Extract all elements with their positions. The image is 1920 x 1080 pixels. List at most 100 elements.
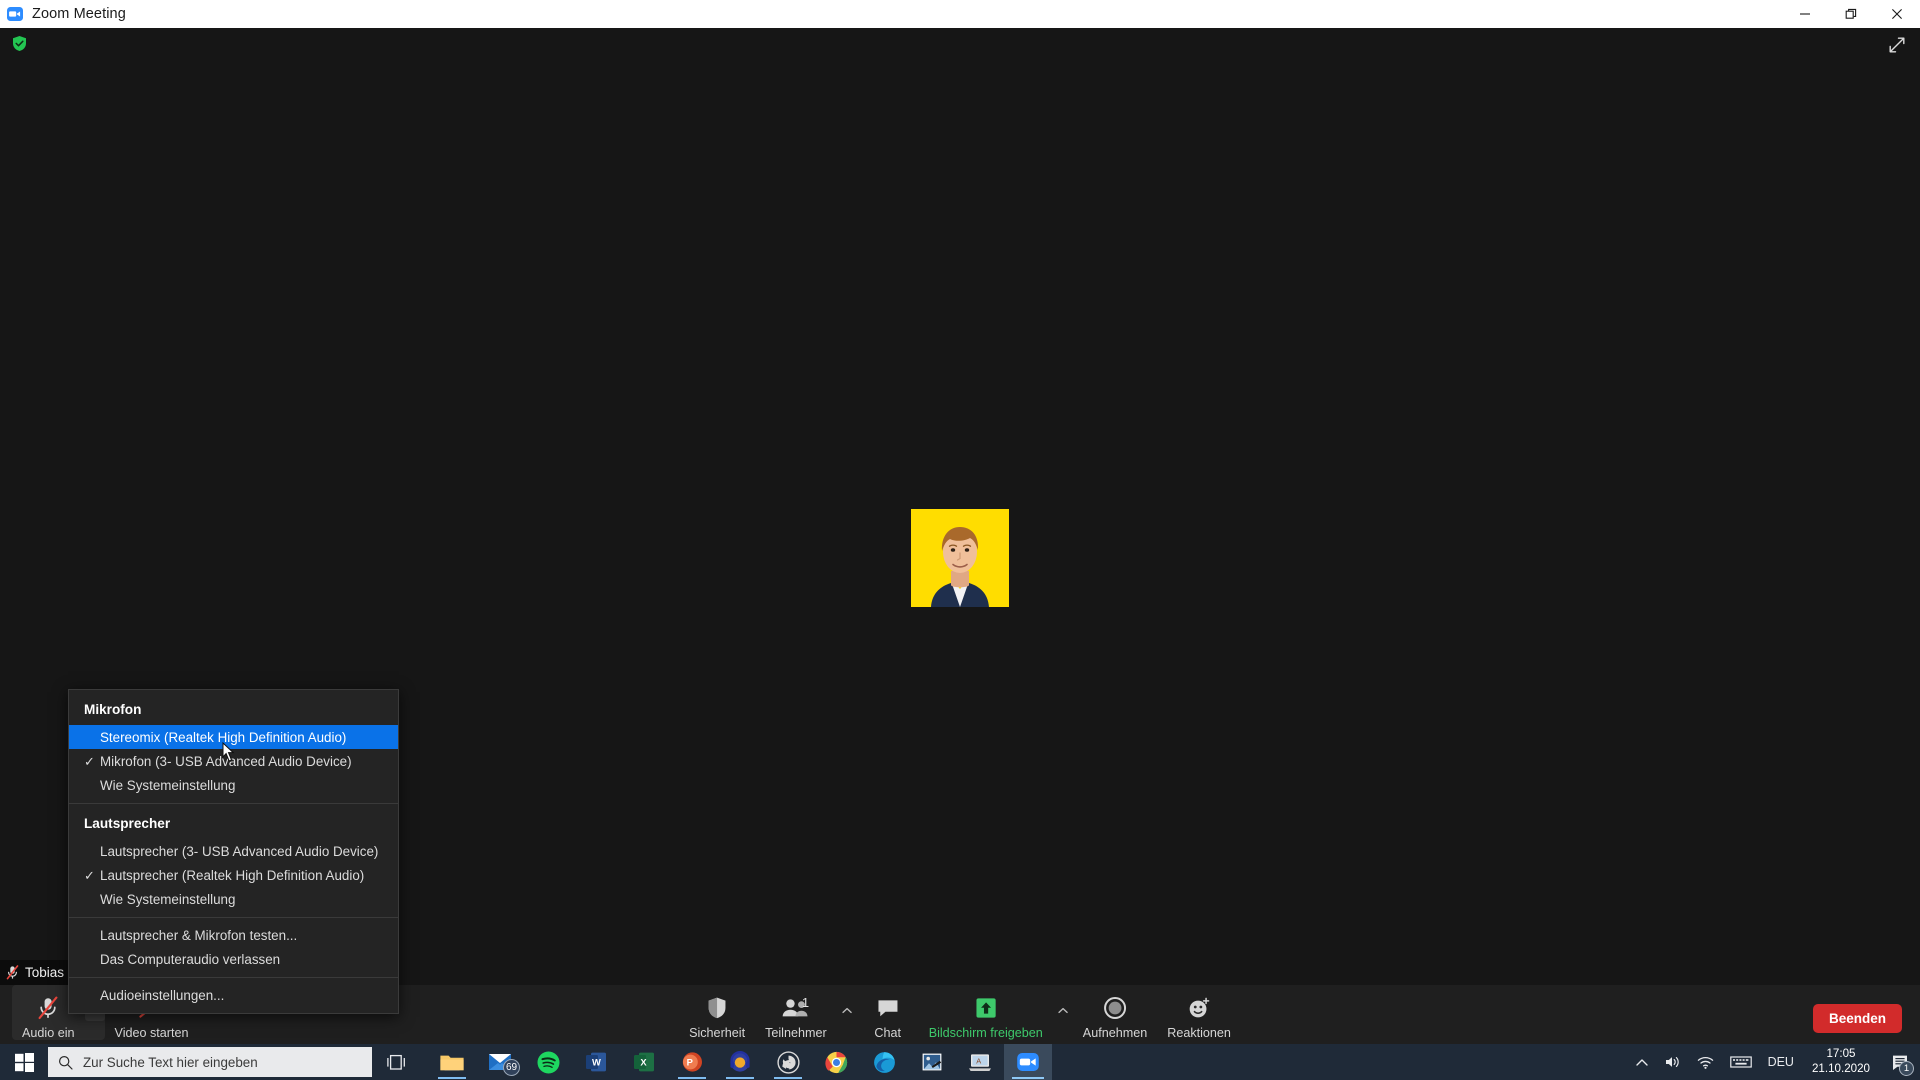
toolbar-right-group: Beenden xyxy=(1812,985,1902,1052)
toolbar-participants-label: Teilnehmer xyxy=(765,1026,827,1040)
toolbar-share-screen-button[interactable]: Bildschirm freigeben xyxy=(919,985,1053,1040)
microphone-section: Mikrofon Stereomix (Realtek High Definit… xyxy=(69,690,398,803)
tray-keyboard-icon[interactable] xyxy=(1722,1044,1760,1080)
tray-language-indicator[interactable]: DEU xyxy=(1760,1044,1802,1080)
menu-item-label: Lautsprecher (Realtek High Definition Au… xyxy=(100,867,365,883)
taskbar-app-obs-studio[interactable] xyxy=(764,1044,812,1080)
speaker-section-header: Lautsprecher xyxy=(84,816,171,831)
svg-text:X: X xyxy=(640,1056,647,1067)
checkmark-icon: ✓ xyxy=(84,753,95,769)
taskbar-clock[interactable]: 17:05 21.10.2020 xyxy=(1802,1044,1880,1080)
speaker-section: Lautsprecher Lautsprecher (3- USB Advanc… xyxy=(69,804,398,917)
taskbar-app-word[interactable]: W xyxy=(572,1044,620,1080)
windows-taskbar: Zur Suche Text hier eingeben 69 W X P A … xyxy=(0,1044,1920,1080)
tray-volume-icon[interactable] xyxy=(1656,1044,1689,1080)
windows-start-icon[interactable] xyxy=(0,1044,48,1080)
taskbar-app-edge[interactable] xyxy=(860,1044,908,1080)
share-screen-options-caret-icon[interactable] xyxy=(1053,997,1073,1023)
menu-item-label: Lautsprecher & Mikrofon testen... xyxy=(100,927,298,943)
microphone-muted-icon xyxy=(6,965,19,980)
participants-count-badge: 1 xyxy=(801,995,810,1010)
end-meeting-button[interactable]: Beenden xyxy=(1812,1004,1902,1033)
svg-text:P: P xyxy=(687,1056,693,1067)
taskbar-app-photo-editor[interactable] xyxy=(908,1044,956,1080)
taskbar-app-mail[interactable]: 69 xyxy=(476,1044,524,1080)
taskbar-search-placeholder: Zur Suche Text hier eingeben xyxy=(83,1054,258,1070)
taskbar-app-file-explorer[interactable] xyxy=(428,1044,476,1080)
toolbar-reactions-label: Reaktionen xyxy=(1167,1026,1231,1040)
participant-avatar xyxy=(911,509,1009,607)
menu-item-audio-settings[interactable]: Audioeinstellungen... xyxy=(69,983,398,1007)
menu-item-leave-computer-audio[interactable]: Das Computeraudio verlassen xyxy=(69,947,398,971)
taskbar-app-chrome[interactable] xyxy=(812,1044,860,1080)
menu-item-label: Mikrofon (3- USB Advanced Audio Device) xyxy=(100,753,352,769)
menu-item-label: Audioeinstellungen... xyxy=(100,987,225,1003)
share-screen-control-group: Bildschirm freigeben xyxy=(919,985,1073,1040)
menu-item-speaker-usb[interactable]: Lautsprecher (3- USB Advanced Audio Devi… xyxy=(69,839,398,863)
toolbar-reactions-button[interactable]: Reaktionen xyxy=(1157,985,1241,1040)
taskbar-app-zoom[interactable] xyxy=(1004,1044,1052,1080)
record-circle-icon xyxy=(1103,995,1127,1021)
tray-wifi-icon[interactable] xyxy=(1689,1044,1722,1080)
menu-item-label: Lautsprecher (3- USB Advanced Audio Devi… xyxy=(100,843,379,859)
meeting-stage: Tobias B Mikrofon Stereomix (Realtek Hig… xyxy=(0,28,1920,1052)
taskbar-app-list: 69 W X P A xyxy=(428,1044,1052,1080)
taskbar-app-remote-desktop[interactable]: A xyxy=(956,1044,1004,1080)
audio-settings-section: Audioeinstellungen... xyxy=(69,978,398,1013)
video-area: Tobias B Mikrofon Stereomix (Realtek Hig… xyxy=(0,28,1920,1014)
reactions-smiley-icon xyxy=(1187,995,1211,1021)
minimize-button[interactable] xyxy=(1782,0,1828,28)
svg-text:W: W xyxy=(592,1056,601,1067)
toolbar-chat-label: Chat xyxy=(874,1026,901,1040)
taskbar-search-input[interactable]: Zur Suche Text hier eingeben xyxy=(48,1047,372,1077)
menu-item-microphone-stereomix[interactable]: Stereomix (Realtek High Definition Audio… xyxy=(69,725,398,749)
tray-overflow-chevron-icon[interactable] xyxy=(1628,1044,1656,1080)
window-title: Zoom Meeting xyxy=(32,6,126,22)
toolbar-video-label: Video starten xyxy=(114,1026,189,1040)
restore-button[interactable] xyxy=(1828,0,1874,28)
clock-date: 21.10.2020 xyxy=(1811,1062,1870,1075)
menu-item-label: Wie Systemeinstellung xyxy=(100,891,236,907)
menu-item-label: Wie Systemeinstellung xyxy=(100,777,236,793)
audio-device-menu[interactable]: Mikrofon Stereomix (Realtek High Definit… xyxy=(68,689,399,1014)
system-tray: DEU 17:05 21.10.2020 1 xyxy=(1628,1044,1920,1080)
menu-item-speaker-realtek[interactable]: ✓ Lautsprecher (Realtek High Definition … xyxy=(69,863,398,887)
svg-text:A: A xyxy=(976,1056,981,1065)
window-title-bar: Zoom Meeting xyxy=(0,0,1920,28)
search-icon xyxy=(58,1055,73,1070)
clock-time: 17:05 xyxy=(1826,1047,1856,1061)
menu-item-microphone-system-default[interactable]: Wie Systemeinstellung xyxy=(69,773,398,797)
task-view-icon[interactable] xyxy=(372,1044,420,1080)
taskbar-app-spotify[interactable] xyxy=(524,1044,572,1080)
toolbar-record-label: Aufnehmen xyxy=(1082,1026,1148,1040)
audio-actions-section: Lautsprecher & Mikrofon testen... Das Co… xyxy=(69,918,398,977)
toolbar-security-label: Sicherheit xyxy=(689,1026,746,1040)
menu-item-microphone-usb[interactable]: ✓ Mikrofon (3- USB Advanced Audio Device… xyxy=(69,749,398,773)
toolbar-security-button[interactable]: Sicherheit xyxy=(679,985,755,1040)
shield-icon xyxy=(706,995,728,1021)
toolbar-chat-button[interactable]: Chat xyxy=(857,985,919,1040)
menu-item-label: Stereomix (Realtek High Definition Audio… xyxy=(100,729,347,745)
microphone-muted-icon xyxy=(37,995,59,1021)
toolbar-share-screen-label: Bildschirm freigeben xyxy=(928,1026,1043,1040)
toolbar-participants-button[interactable]: Teilnehmer 1 xyxy=(755,985,837,1040)
mail-unread-badge: 69 xyxy=(503,1059,520,1076)
menu-item-speaker-system-default[interactable]: Wie Systemeinstellung xyxy=(69,887,398,911)
menu-item-test-speaker-microphone[interactable]: Lautsprecher & Mikrofon testen... xyxy=(69,923,398,947)
menu-item-label: Das Computeraudio verlassen xyxy=(100,951,281,967)
microphone-section-header: Mikrofon xyxy=(84,702,142,717)
toolbar-record-button[interactable]: Aufnehmen xyxy=(1073,985,1157,1040)
taskbar-app-audio-headphones[interactable] xyxy=(716,1044,764,1080)
action-center-icon[interactable]: 1 xyxy=(1880,1044,1920,1080)
participants-options-caret-icon[interactable] xyxy=(837,997,857,1023)
taskbar-app-powerpoint[interactable]: P xyxy=(668,1044,716,1080)
toolbar-center-group: Sicherheit Teilnehmer 1 Chat Bildschirm … xyxy=(679,985,1241,1052)
taskbar-app-excel[interactable]: X xyxy=(620,1044,668,1080)
close-button[interactable] xyxy=(1874,0,1920,28)
zoom-camera-icon xyxy=(7,6,23,22)
checkmark-icon: ✓ xyxy=(84,867,95,883)
notification-count-badge: 1 xyxy=(1899,1061,1914,1076)
chat-bubble-icon xyxy=(876,995,900,1021)
toolbar-audio-label: Audio ein xyxy=(22,1026,75,1040)
share-screen-icon xyxy=(974,995,998,1021)
